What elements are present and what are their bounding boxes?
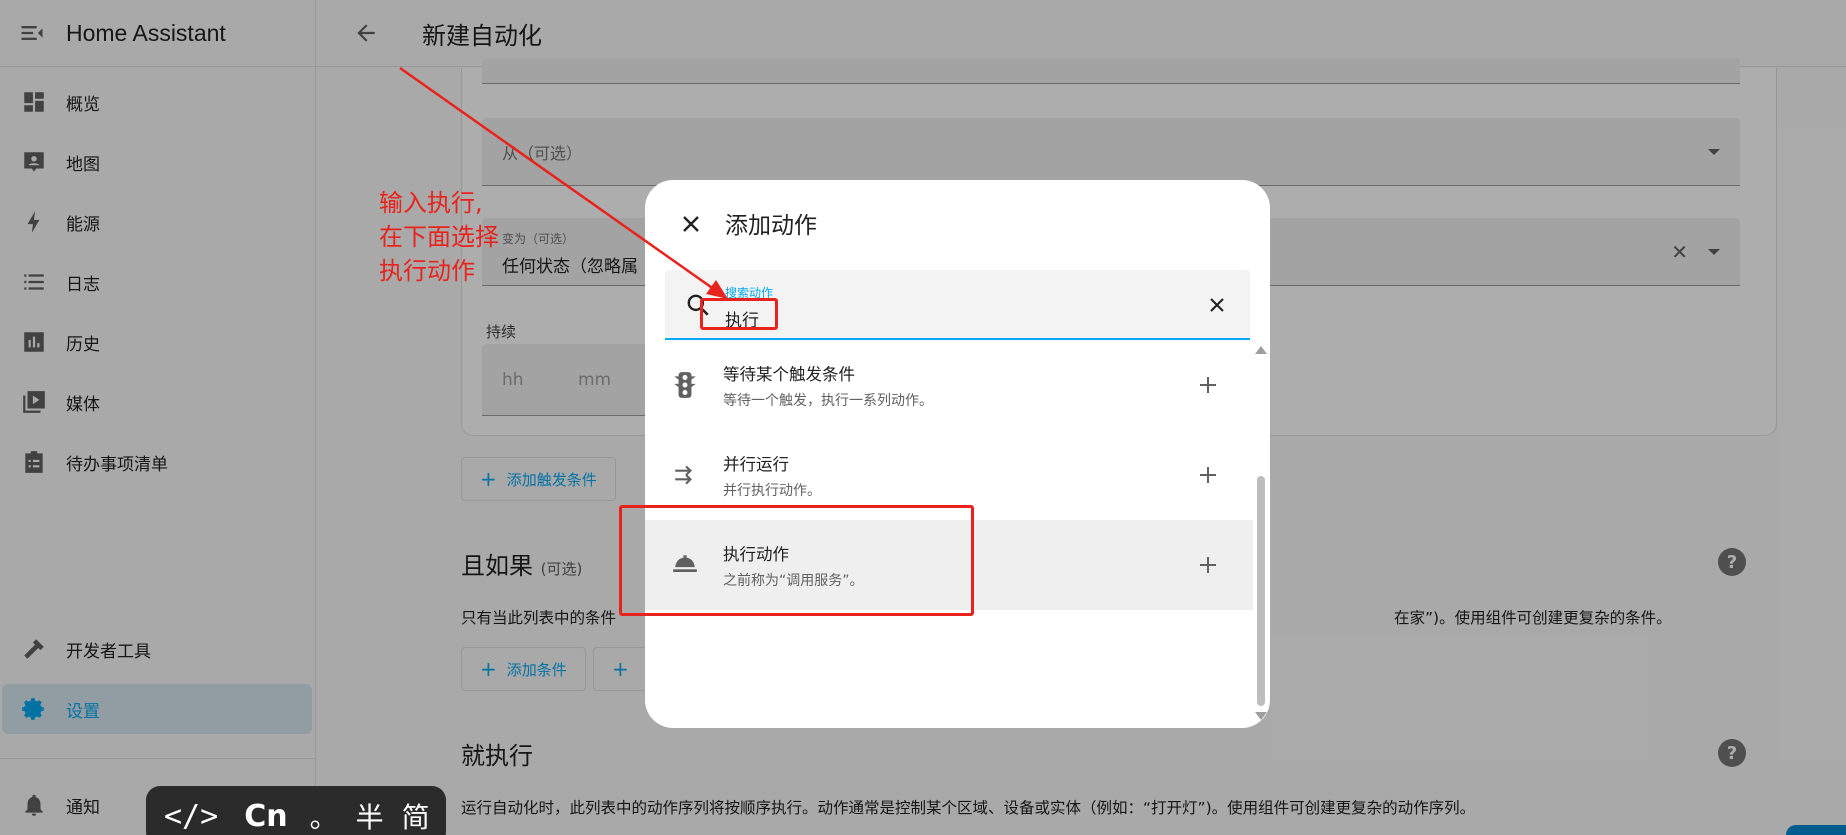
- annotation-box-perform-action: [619, 505, 974, 616]
- ime-code-toggle[interactable]: </>: [164, 799, 218, 834]
- ime-punctuation-toggle[interactable]: 。: [310, 796, 338, 835]
- annotation-box-search: [700, 298, 778, 330]
- annotation-arrow: [399, 66, 728, 299]
- ime-script-toggle[interactable]: 简: [402, 796, 430, 835]
- ime-language-toggle[interactable]: Cn: [244, 799, 287, 834]
- ime-width-toggle[interactable]: 半: [356, 796, 384, 835]
- ime-toolbar: </> Cn 。 半 简: [146, 786, 446, 835]
